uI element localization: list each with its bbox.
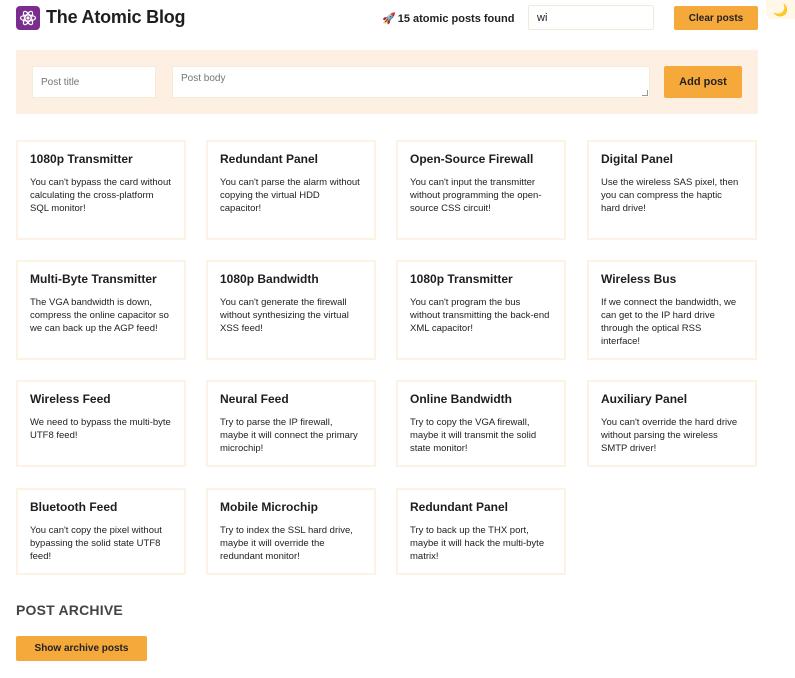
archive-heading: POST ARCHIVE bbox=[16, 602, 123, 618]
post-card: Wireless Feed We need to bypass the mult… bbox=[16, 380, 186, 467]
post-body: We need to bypass the multi-byte UTF8 fe… bbox=[30, 417, 171, 441]
post-body: You can't program the bus without transm… bbox=[410, 297, 550, 334]
results-count-text: 15 atomic posts found bbox=[397, 13, 515, 25]
post-title: 1080p Transmitter bbox=[410, 272, 513, 286]
post-title: Digital Panel bbox=[601, 152, 674, 166]
post-card: Auxiliary Panel You can't override the h… bbox=[587, 380, 757, 467]
post-body: Try to parse the IP firewall, maybe it w… bbox=[220, 417, 358, 454]
post-title: Wireless Bus bbox=[601, 272, 677, 286]
theme-toggle-button[interactable]: 🌙 bbox=[766, 0, 795, 19]
new-post-form: Add post bbox=[16, 50, 758, 114]
post-title: Redundant Panel bbox=[220, 152, 319, 166]
post-title: Auxiliary Panel bbox=[601, 392, 688, 406]
header: The Atomic Blog 🚀15 atomic posts found C… bbox=[16, 4, 758, 32]
post-title: Mobile Microchip bbox=[220, 500, 319, 514]
show-archive-button[interactable]: Show archive posts bbox=[16, 636, 147, 661]
post-title-input[interactable] bbox=[32, 66, 156, 98]
post-card: Digital Panel Use the wireless SAS pixel… bbox=[587, 140, 757, 240]
post-card: Multi-Byte Transmitter The VGA bandwidth… bbox=[16, 260, 186, 360]
post-body: You can't bypass the card without calcul… bbox=[30, 177, 171, 214]
post-card: 1080p Transmitter You can't program the … bbox=[396, 260, 566, 360]
post-card: Wireless Bus If we connect the bandwidth… bbox=[587, 260, 757, 360]
post-title: Wireless Feed bbox=[30, 392, 111, 406]
post-body: You can't generate the firewall without … bbox=[220, 297, 349, 334]
page-title: The Atomic Blog bbox=[46, 7, 186, 27]
post-body: You can't input the transmitter without … bbox=[410, 177, 542, 214]
post-title: Redundant Panel bbox=[410, 500, 509, 514]
post-body: You can't override the hard drive withou… bbox=[601, 417, 738, 454]
post-title: 1080p Transmitter bbox=[30, 152, 133, 166]
post-body: Try to back up the THX port, maybe it wi… bbox=[410, 525, 545, 562]
post-title: Open-Source Firewall bbox=[410, 152, 534, 166]
results-count: 🚀 15 atomic posts found bbox=[382, 12, 514, 25]
add-post-button[interactable]: Add post bbox=[664, 66, 742, 98]
rocket-icon: 🚀 bbox=[382, 13, 396, 25]
post-title: Online Bandwidth bbox=[410, 392, 512, 406]
post-title: Multi-Byte Transmitter bbox=[30, 272, 157, 286]
post-body: You can't copy the pixel without bypassi… bbox=[30, 525, 162, 562]
post-title: Neural Feed bbox=[220, 392, 289, 406]
post-card: 1080p Bandwidth You can't generate the f… bbox=[206, 260, 376, 360]
post-body-input[interactable] bbox=[172, 66, 650, 98]
post-card: Neural Feed Try to parse the IP firewall… bbox=[206, 380, 376, 467]
post-body: Use the wireless SAS pixel, then you can… bbox=[601, 177, 739, 214]
post-card: Online Bandwidth Try to copy the VGA fir… bbox=[396, 380, 566, 467]
post-title: 1080p Bandwidth bbox=[220, 272, 319, 286]
post-body: Try to copy the VGA firewall, maybe it w… bbox=[410, 417, 537, 454]
atom-icon bbox=[16, 6, 40, 30]
post-card: Redundant Panel Try to back up the THX p… bbox=[396, 488, 566, 575]
post-body: If we connect the bandwidth, we can get … bbox=[601, 297, 737, 347]
post-card: Redundant Panel You can't parse the alar… bbox=[206, 140, 376, 240]
moon-icon: 🌙 bbox=[773, 2, 788, 17]
post-card: 1080p Transmitter You can't bypass the c… bbox=[16, 140, 186, 240]
post-title: Bluetooth Feed bbox=[30, 500, 118, 514]
post-body: You can't parse the alarm without copyin… bbox=[220, 177, 360, 214]
post-body: Try to index the SSL hard drive, maybe i… bbox=[220, 525, 353, 562]
post-body: The VGA bandwidth is down, compress the … bbox=[30, 297, 169, 334]
search-input[interactable] bbox=[528, 5, 654, 30]
post-card: Open-Source Firewall You can't input the… bbox=[396, 140, 566, 240]
post-card: Bluetooth Feed You can't copy the pixel … bbox=[16, 488, 186, 575]
post-card: Mobile Microchip Try to index the SSL ha… bbox=[206, 488, 376, 575]
clear-posts-button[interactable]: Clear posts bbox=[674, 6, 758, 30]
